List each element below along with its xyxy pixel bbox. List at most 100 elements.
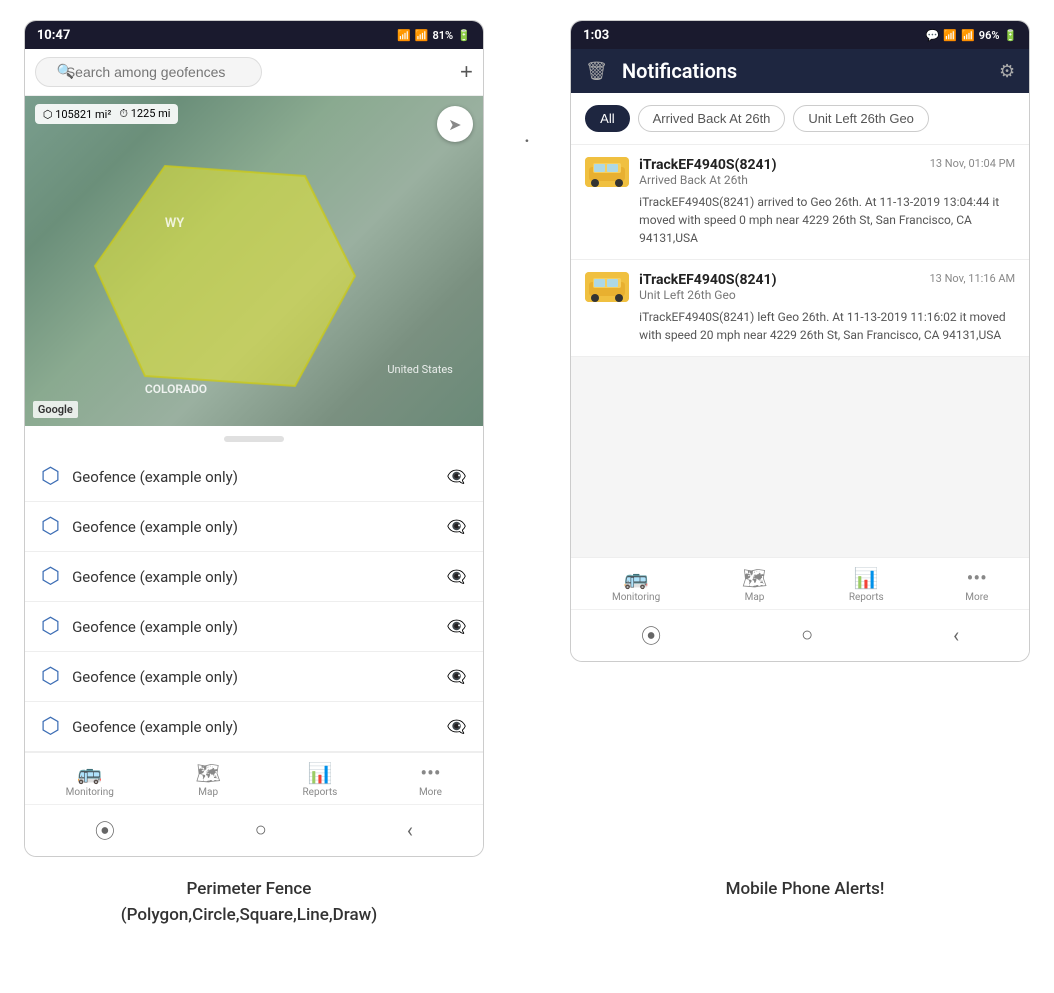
list-item[interactable]: ⬡ Geofence (example only) 👁‍🗨: [25, 452, 483, 502]
notification-card-2[interactable]: iTrackEF4940S(8241) Unit Left 26th Geo 1…: [571, 260, 1029, 357]
geofence-polygon-icon: ⬡: [41, 464, 60, 489]
geofence-name: Geofence (example only): [72, 518, 435, 536]
android-nav: ⦿ ○ ‹: [25, 804, 483, 856]
visibility-icon[interactable]: 👁‍🗨: [447, 517, 467, 536]
right-android-nav: ⦿ ○ ‹: [571, 609, 1029, 661]
list-item[interactable]: ⬡ Geofence (example only) 👁‍🗨: [25, 652, 483, 702]
delete-icon[interactable]: 🗑: [585, 61, 608, 82]
notif-body-2: iTrackEF4940S(8241) left Geo 26th. At 11…: [585, 308, 1015, 344]
filter-all[interactable]: All: [585, 105, 629, 132]
list-item[interactable]: ⬡ Geofence (example only) 👁‍🗨: [25, 552, 483, 602]
android-back-button[interactable]: ‹: [953, 623, 959, 647]
area-stat: ⬡ 105821 mi²: [43, 108, 112, 121]
wifi-icon: 📶: [397, 29, 411, 42]
event-type-1: Arrived Back At 26th: [639, 173, 920, 187]
geofence-name: Geofence (example only): [72, 568, 435, 586]
notifications-title: Notifications: [622, 59, 985, 83]
captions-row: Perimeter Fence(Polygon,Circle,Square,Li…: [0, 867, 1054, 948]
monitoring-icon: 🚌: [624, 566, 649, 590]
map-us-label: United States: [387, 363, 452, 376]
nav-more-label: More: [419, 787, 442, 798]
right-nav-monitoring[interactable]: 🚌 Monitoring: [604, 564, 668, 605]
distance-stat: ⏱ 1225 mi: [119, 107, 170, 121]
right-nav-map-label: Map: [745, 592, 765, 603]
geofence-polygon-icon: ⬡: [41, 514, 60, 539]
right-status-bar: 1:03 💬 📶 📶 96% 🔋: [571, 21, 1029, 49]
filter-arrived[interactable]: Arrived Back At 26th: [638, 105, 786, 132]
visibility-icon[interactable]: 👁‍🗨: [447, 467, 467, 486]
notification-card-1[interactable]: iTrackEF4940S(8241) Arrived Back At 26th…: [571, 145, 1029, 260]
signal-icon: 📶: [961, 29, 975, 42]
caption-spacer: [508, 877, 546, 928]
geofence-name: Geofence (example only): [72, 468, 435, 486]
add-geofence-button[interactable]: +: [460, 61, 473, 83]
notifications-header: 🗑 Notifications ⚙: [571, 49, 1029, 93]
android-home-button[interactable]: ○: [255, 817, 267, 842]
battery-label: 96%: [979, 29, 1000, 42]
reports-icon: 📊: [854, 566, 879, 590]
map-colorado-label: COLORADO: [145, 382, 207, 396]
device-name-1: iTrackEF4940S(8241): [639, 157, 920, 173]
android-back-button[interactable]: ‹: [407, 818, 413, 842]
wifi-icon: 📶: [943, 29, 957, 42]
notif-meta-2: iTrackEF4940S(8241) Unit Left 26th Geo: [639, 272, 919, 302]
nav-more[interactable]: ••• More: [411, 759, 450, 800]
search-container: 🔍: [35, 57, 452, 87]
nav-reports[interactable]: 📊 Reports: [294, 759, 345, 800]
right-bottom-nav: 🚌 Monitoring 🗺 Map 📊 Reports ••• More: [571, 557, 1029, 609]
separator: .: [524, 20, 530, 148]
map-stats: ⬡ 105821 mi² ⏱ 1225 mi: [35, 104, 179, 124]
battery-icon: 🔋: [1003, 29, 1017, 42]
device-name-2: iTrackEF4940S(8241): [639, 272, 919, 288]
filter-left[interactable]: Unit Left 26th Geo: [793, 105, 929, 132]
geofence-name: Geofence (example only): [72, 718, 435, 736]
android-menu-button[interactable]: ⦿: [95, 815, 115, 844]
google-logo: Google: [33, 401, 78, 418]
left-time: 10:47: [37, 28, 71, 43]
nav-reports-label: Reports: [302, 787, 337, 798]
right-caption: Mobile Phone Alerts!: [586, 877, 1024, 928]
visibility-icon[interactable]: 👁‍🗨: [447, 667, 467, 686]
visibility-icon[interactable]: 👁‍🗨: [447, 567, 467, 586]
geofence-polygon: [85, 156, 365, 396]
geofence-list: ⬡ Geofence (example only) 👁‍🗨 ⬡ Geofence…: [25, 452, 483, 752]
visibility-icon[interactable]: 👁‍🗨: [447, 617, 467, 636]
map-background: ⬡ 105821 mi² ⏱ 1225 mi ➤ WY United State…: [25, 96, 483, 426]
notif-meta-1: iTrackEF4940S(8241) Arrived Back At 26th: [639, 157, 920, 187]
notif-body-1: iTrackEF4940S(8241) arrived to Geo 26th.…: [585, 193, 1015, 247]
right-phone: 1:03 💬 📶 📶 96% 🔋 🗑 Notifications ⚙ All A…: [570, 20, 1030, 662]
list-item[interactable]: ⬡ Geofence (example only) 👁‍🗨: [25, 502, 483, 552]
nav-map[interactable]: 🗺 Map: [187, 759, 228, 800]
signal-icon: 📶: [415, 29, 429, 42]
map-area[interactable]: ⬡ 105821 mi² ⏱ 1225 mi ➤ WY United State…: [25, 96, 483, 426]
right-nav-monitoring-label: Monitoring: [612, 592, 660, 603]
vehicle-avatar-2: [585, 272, 629, 302]
map-icon: 🗺: [742, 566, 767, 590]
android-menu-button[interactable]: ⦿: [641, 620, 661, 649]
nav-map-label: Map: [198, 787, 218, 798]
compass-button[interactable]: ➤: [437, 106, 473, 142]
event-type-2: Unit Left 26th Geo: [639, 288, 919, 302]
nav-monitoring-label: Monitoring: [66, 787, 114, 798]
notif-card-header-2: iTrackEF4940S(8241) Unit Left 26th Geo 1…: [585, 272, 1015, 302]
scroll-handle: [224, 436, 284, 442]
list-item[interactable]: ⬡ Geofence (example only) 👁‍🗨: [25, 702, 483, 752]
message-icon: 💬: [926, 29, 940, 42]
right-nav-more-label: More: [965, 592, 988, 603]
left-status-icons: 📶 📶 81% 🔋: [397, 29, 471, 42]
settings-icon[interactable]: ⚙: [999, 61, 1015, 82]
right-nav-map[interactable]: 🗺 Map: [734, 564, 775, 605]
empty-area: [571, 357, 1029, 557]
timestamp-2: 13 Nov, 11:16 AM: [929, 272, 1015, 285]
map-wy-label: WY: [165, 216, 184, 231]
right-nav-reports[interactable]: 📊 Reports: [841, 564, 892, 605]
right-nav-more[interactable]: ••• More: [957, 564, 996, 605]
list-item[interactable]: ⬡ Geofence (example only) 👁‍🗨: [25, 602, 483, 652]
android-home-button[interactable]: ○: [801, 622, 813, 647]
left-phone: 10:47 📶 📶 81% 🔋 🔍 +: [24, 20, 484, 857]
nav-monitoring[interactable]: 🚌 Monitoring: [58, 759, 122, 800]
bottom-nav: 🚌 Monitoring 🗺 Map 📊 Reports ••• More: [25, 752, 483, 804]
right-time: 1:03: [583, 28, 609, 43]
visibility-icon[interactable]: 👁‍🗨: [447, 717, 467, 736]
search-bar: 🔍 +: [25, 49, 483, 96]
